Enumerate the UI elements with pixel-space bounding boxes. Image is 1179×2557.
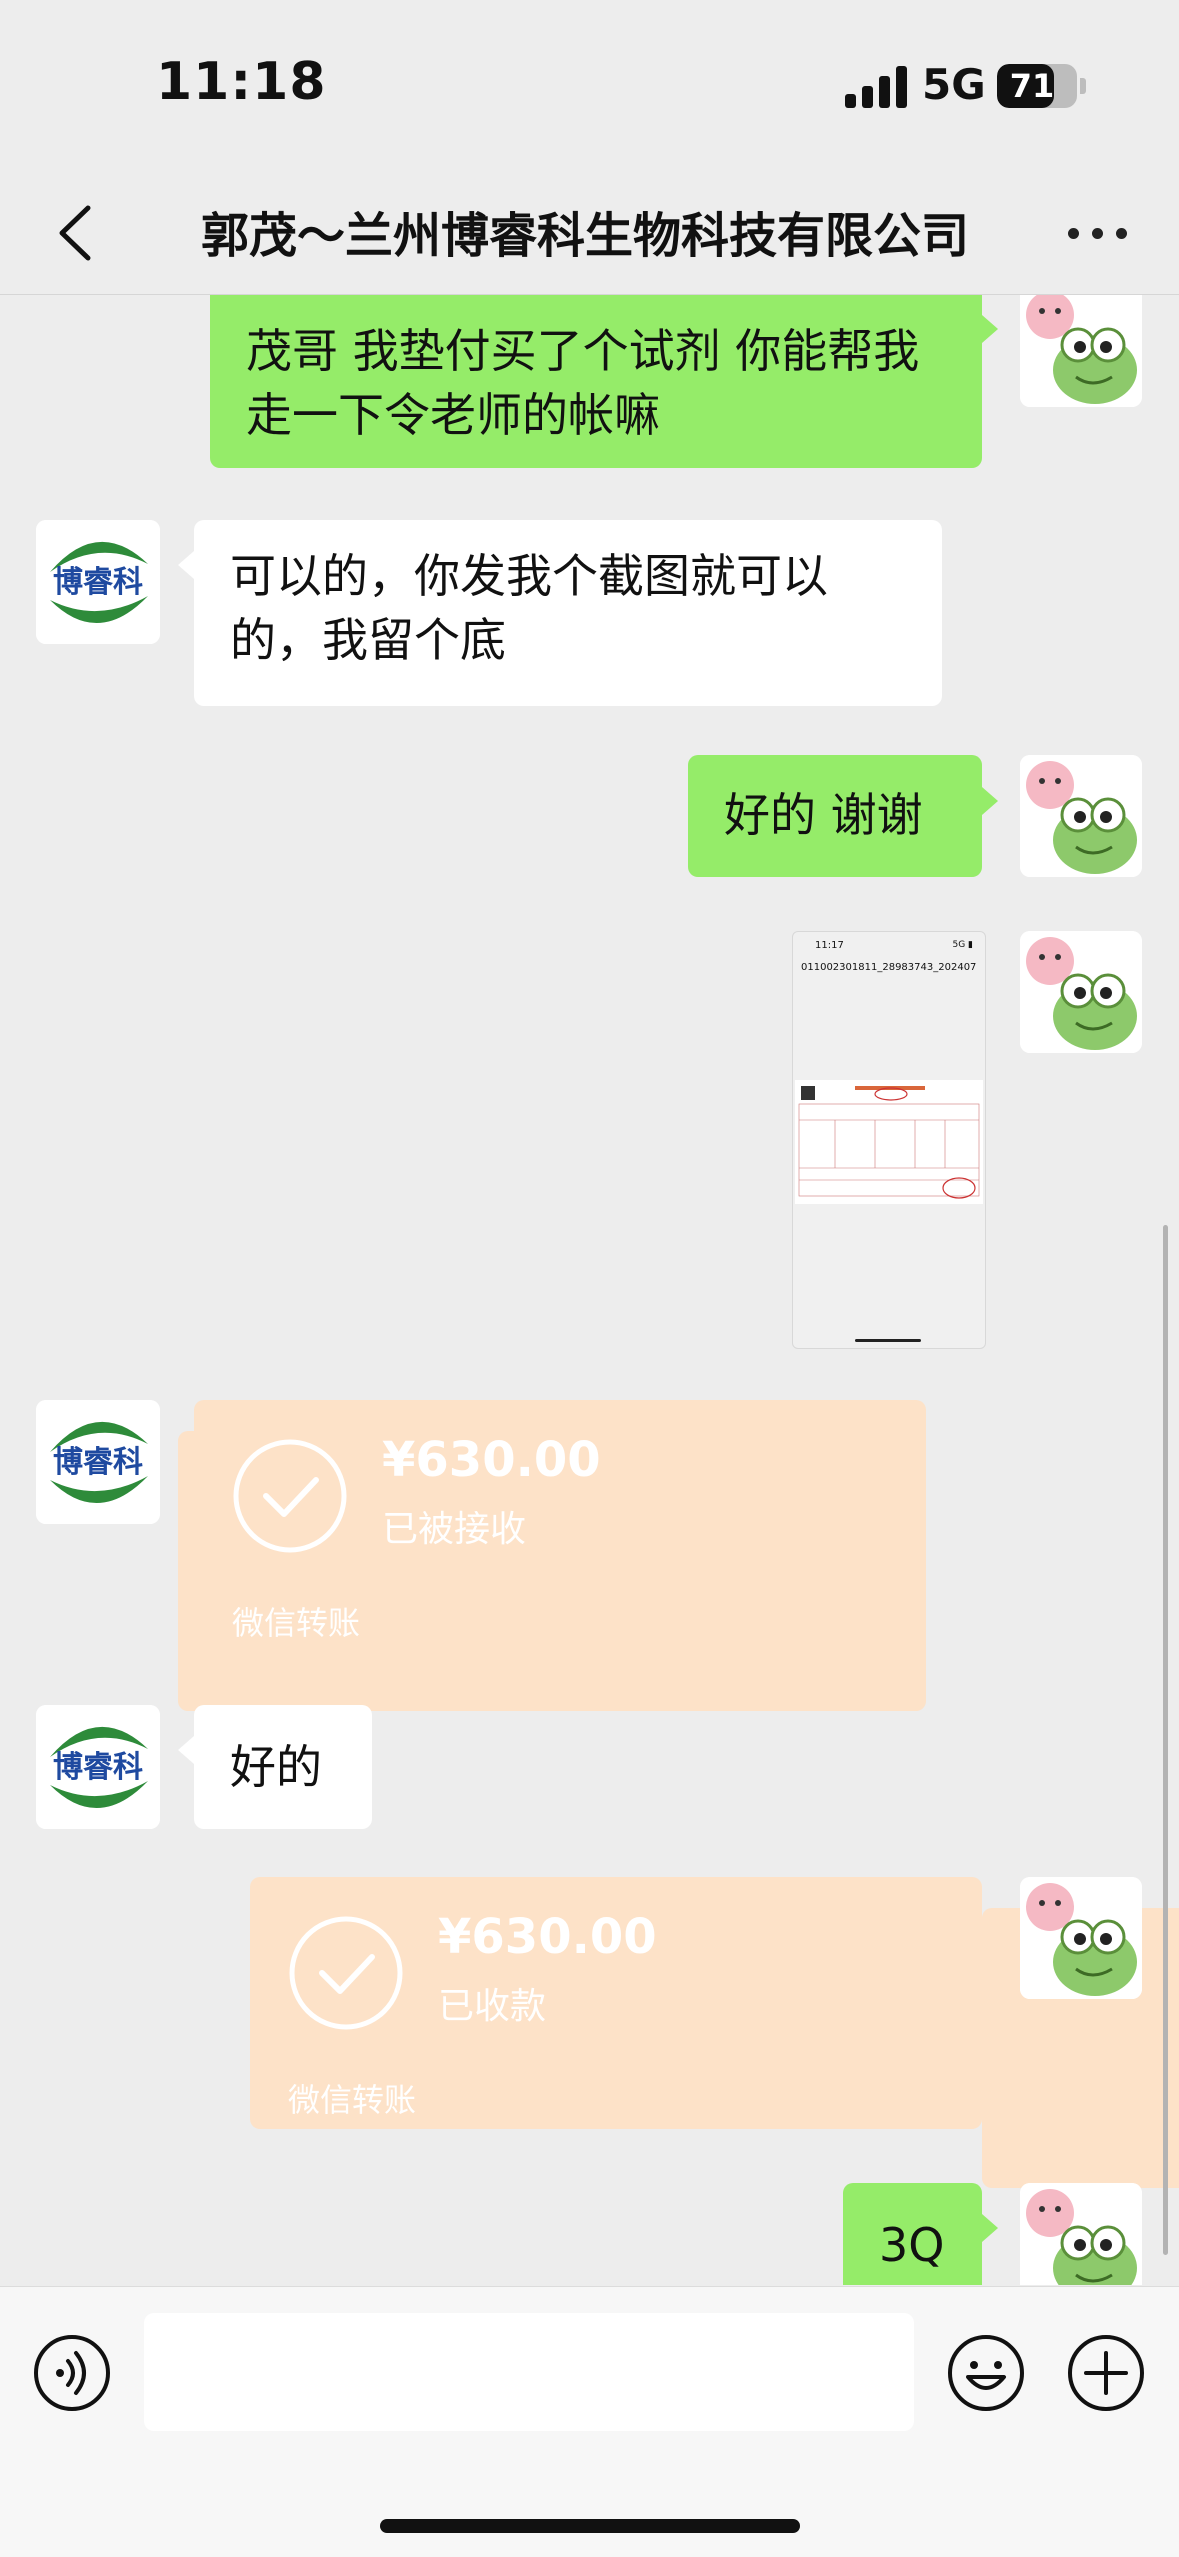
transfer-source: 微信转账 bbox=[288, 2081, 417, 2119]
message-bubble-received[interactable]: 可以的，你发我个截图就可以的，我留个底 bbox=[194, 520, 942, 706]
message-bubble-sent[interactable]: 好的 谢谢 bbox=[688, 755, 982, 877]
message-bubble-sent[interactable]: 3Q bbox=[843, 2183, 982, 2285]
chat-header: 郭茂～兰州博睿科生物科技有限公司 bbox=[0, 170, 1179, 295]
transfer-status: 已被接收 bbox=[382, 1509, 527, 1550]
avatar-me[interactable] bbox=[1020, 931, 1142, 1053]
status-bar: 11:18 5G 71 bbox=[0, 0, 1179, 170]
transfer-amount: ¥630.00 bbox=[382, 1432, 601, 1488]
svg-text:博睿科: 博睿科 bbox=[53, 1445, 143, 1480]
plus-icon[interactable] bbox=[1066, 2333, 1146, 2413]
avatar-contact[interactable]: 博睿科 bbox=[36, 1400, 160, 1524]
chat-title: 郭茂～兰州博睿科生物科技有限公司 bbox=[200, 208, 969, 264]
bubble-tail bbox=[178, 551, 194, 579]
more-dots-icon[interactable] bbox=[1060, 200, 1140, 260]
status-time: 11:18 bbox=[156, 52, 327, 112]
message-input[interactable] bbox=[144, 2313, 914, 2431]
input-bar bbox=[0, 2286, 1179, 2557]
check-circle-icon bbox=[233, 1439, 347, 1553]
image-message-screenshot[interactable]: 11:17 5G ▮ 011002301811_28983743_2024070 bbox=[792, 931, 986, 1349]
transfer-amount: ¥630.00 bbox=[438, 1909, 657, 1965]
screenshot-title: 011002301811_28983743_2024070 bbox=[801, 962, 977, 973]
transfer-card-received[interactable]: ¥630.00 已被接收 微信转账 bbox=[194, 1400, 926, 1652]
bubble-tail bbox=[982, 315, 998, 343]
transfer-status: 已收款 bbox=[438, 1986, 547, 2027]
transfer-source: 微信转账 bbox=[232, 1604, 361, 1642]
screenshot-home-bar bbox=[855, 1339, 921, 1342]
emoji-icon[interactable] bbox=[946, 2333, 1026, 2413]
avatar-me[interactable] bbox=[1020, 755, 1142, 877]
battery-percent: 71 bbox=[1009, 67, 1055, 105]
message-bubble-received[interactable]: 好的 bbox=[194, 1705, 372, 1829]
chat-scrollbar[interactable] bbox=[1163, 1225, 1168, 2255]
svg-text:博睿科: 博睿科 bbox=[53, 565, 143, 600]
bubble-tail bbox=[982, 787, 998, 815]
check-circle-icon bbox=[289, 1916, 403, 2030]
bubble-tail bbox=[982, 2214, 998, 2242]
avatar-me[interactable] bbox=[1020, 2183, 1142, 2285]
network-label: 5G bbox=[922, 60, 986, 109]
screenshot-status: 5G ▮ bbox=[952, 940, 973, 950]
message-bubble-sent[interactable]: 茂哥 我垫付买了个试剂 你能帮我走一下令老师的帐嘛 bbox=[210, 295, 982, 468]
home-indicator bbox=[380, 2519, 800, 2533]
chevron-left-icon[interactable] bbox=[48, 198, 108, 268]
bubble-tail bbox=[178, 1736, 194, 1764]
battery-icon: 71 bbox=[997, 64, 1077, 108]
svg-text:博睿科: 博睿科 bbox=[53, 1750, 143, 1785]
avatar-me[interactable] bbox=[1020, 1877, 1142, 1999]
message-list[interactable]: 茂哥 我垫付买了个试剂 你能帮我走一下令老师的帐嘛 博睿科 可以的，你发我个截图… bbox=[0, 295, 1179, 2285]
screenshot-time: 11:17 bbox=[815, 940, 844, 951]
avatar-contact[interactable]: 博睿科 bbox=[36, 520, 160, 644]
avatar-me[interactable] bbox=[1020, 295, 1142, 407]
avatar-contact[interactable]: 博睿科 bbox=[36, 1705, 160, 1829]
invoice-thumbnail bbox=[795, 1080, 983, 1204]
battery-tip bbox=[1080, 78, 1086, 94]
signal-icon bbox=[845, 66, 907, 108]
transfer-card-sent[interactable]: ¥630.00 已收款 微信转账 bbox=[250, 1877, 982, 2129]
voice-icon[interactable] bbox=[32, 2333, 112, 2413]
